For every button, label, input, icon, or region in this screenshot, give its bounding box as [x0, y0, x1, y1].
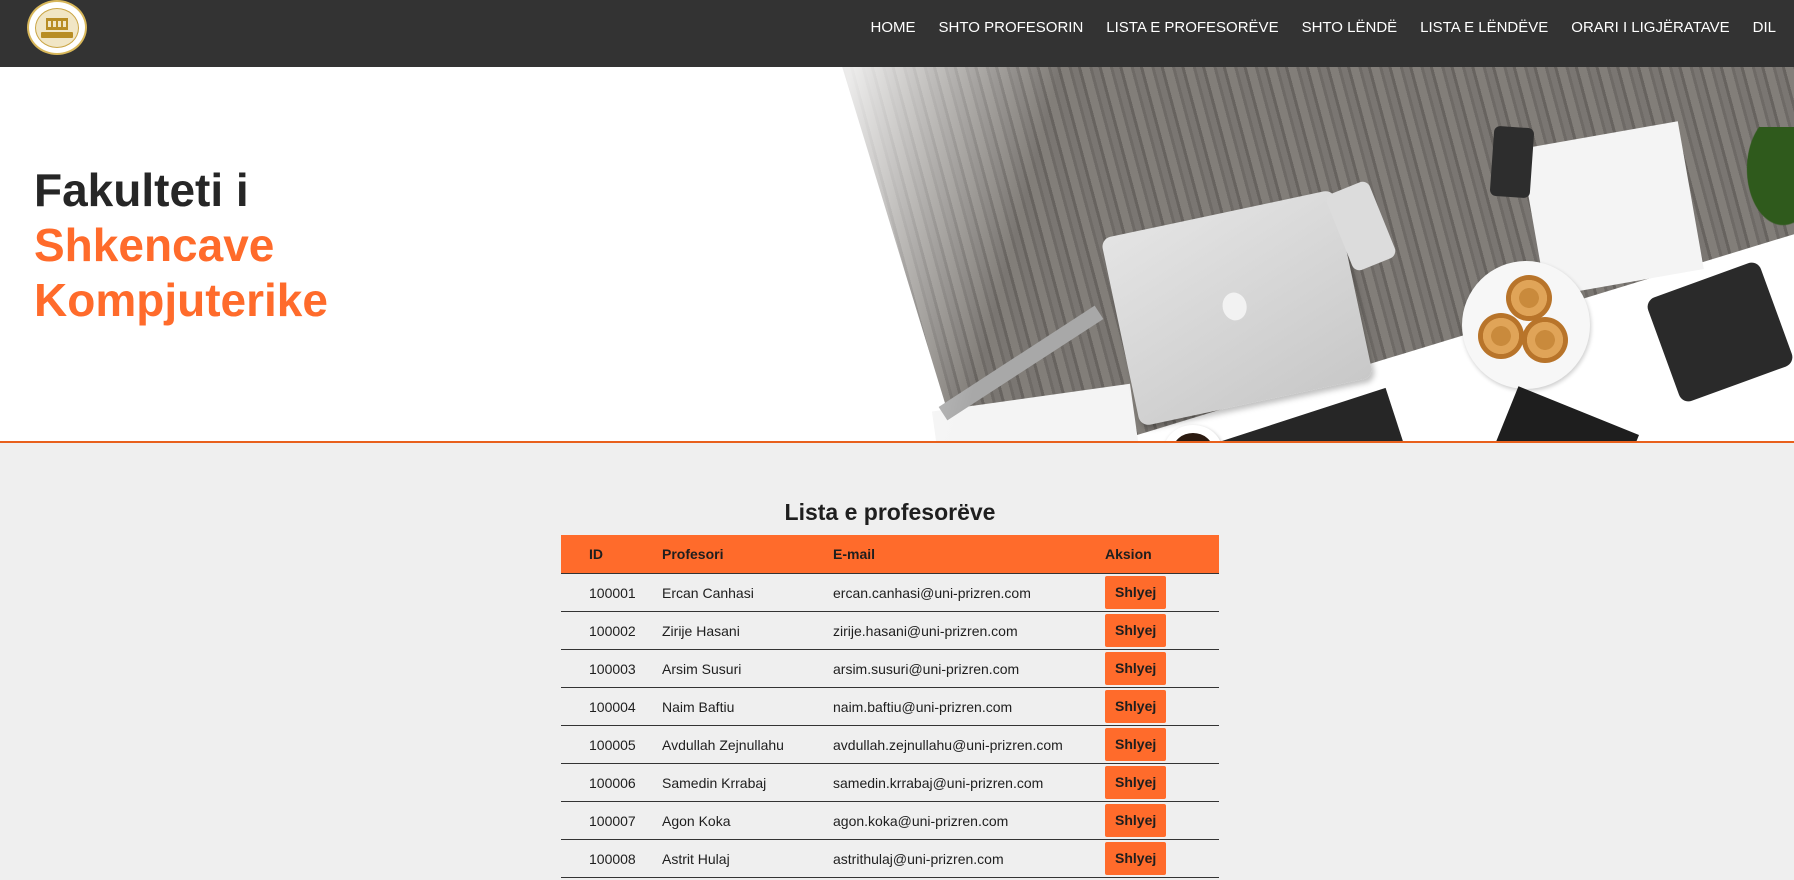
cell-professor: Zirije Hasani	[662, 622, 740, 639]
delete-button[interactable]: Shlyej	[1105, 842, 1167, 875]
professors-table: ID Profesori E-mail Aksion 100001 Ercan …	[561, 535, 1219, 878]
page-title: Lista e profesorëve	[784, 499, 996, 525]
university-seal-icon	[35, 7, 79, 48]
cell-id: 100002	[589, 622, 636, 639]
cell-id: 100007	[589, 812, 636, 829]
delete-button[interactable]: Shlyej	[1105, 728, 1167, 761]
university-logo[interactable]	[27, 0, 87, 55]
cell-id: 100008	[589, 850, 636, 867]
header-action: Aksion	[1105, 546, 1152, 562]
delete-button[interactable]: Shlyej	[1105, 804, 1167, 837]
cell-email: zirije.hasani@uni-prizren.com	[833, 622, 1018, 639]
header-professor: Profesori	[662, 546, 724, 562]
delete-button[interactable]: Shlyej	[1105, 690, 1167, 723]
delete-button[interactable]: Shlyej	[1105, 652, 1167, 685]
cell-id: 100001	[589, 584, 636, 601]
hero-title-line1: Fakulteti i	[34, 164, 249, 216]
cell-id: 100003	[589, 660, 636, 677]
cell-email: avdullah.zejnullahu@uni-prizren.com	[833, 736, 1063, 753]
cell-professor: Astrit Hulaj	[662, 850, 730, 867]
cell-professor: Samedin Krrabaj	[662, 774, 767, 791]
cell-professor: Avdullah Zejnullahu	[662, 736, 784, 753]
cell-professor: Naim Baftiu	[662, 698, 735, 715]
nav-home[interactable]: HOME	[871, 19, 916, 36]
logo-columns	[46, 17, 68, 30]
table-row: 100003 Arsim Susuri arsim.susuri@uni-pri…	[561, 650, 1219, 688]
cell-email: agon.koka@uni-prizren.com	[833, 812, 1009, 829]
nav-subject-list[interactable]: LISTA E LËNDËVE	[1420, 19, 1548, 36]
nav-add-subject[interactable]: SHTO LËNDË	[1302, 19, 1398, 36]
table-row: 100008 Astrit Hulaj astrithulaj@uni-priz…	[561, 840, 1219, 878]
cell-email: ercan.canhasi@uni-prizren.com	[833, 584, 1031, 601]
logo-band	[41, 31, 73, 38]
cell-email: naim.baftiu@uni-prizren.com	[833, 698, 1013, 715]
hero-banner: Fakulteti i Shkencave Kompjuterike	[0, 67, 1794, 443]
table-row: 100005 Avdullah Zejnullahu avdullah.zejn…	[561, 726, 1219, 764]
nav-professor-list[interactable]: LISTA E PROFESORËVE	[1106, 19, 1278, 36]
cell-professor: Ercan Canhasi	[662, 584, 754, 601]
cell-professor: Agon Koka	[662, 812, 731, 829]
cell-email: samedin.krrabaj@uni-prizren.com	[833, 774, 1044, 791]
table-row: 100006 Samedin Krrabaj samedin.krrabaj@u…	[561, 764, 1219, 802]
delete-button[interactable]: Shlyej	[1105, 614, 1167, 647]
cell-email: astrithulaj@uni-prizren.com	[833, 850, 1004, 867]
nav-add-professor[interactable]: SHTO PROFESORIN	[939, 19, 1084, 36]
cell-email: arsim.susuri@uni-prizren.com	[833, 660, 1020, 677]
table-row: 100007 Agon Koka agon.koka@uni-prizren.c…	[561, 802, 1219, 840]
table-row: 100004 Naim Baftiu naim.baftiu@uni-prizr…	[561, 688, 1219, 726]
nav-menu: HOME SHTO PROFESORIN LISTA E PROFESORËVE…	[848, 0, 1776, 54]
hero-title-line2: Shkencave	[34, 219, 275, 271]
cell-professor: Arsim Susuri	[662, 660, 742, 677]
nav-logout[interactable]: DIL	[1753, 19, 1776, 36]
nav-lecture-schedule[interactable]: ORARI I LIGJËRATAVE	[1571, 19, 1729, 36]
hero-title: Fakulteti i Shkencave Kompjuterike	[34, 163, 328, 328]
hero-title-line3: Kompjuterike	[34, 274, 328, 326]
cell-id: 100005	[589, 736, 636, 753]
table-row: 100002 Zirije Hasani zirije.hasani@uni-p…	[561, 612, 1219, 650]
header-email: E-mail	[833, 546, 876, 562]
table-row: 100001 Ercan Canhasi ercan.canhasi@uni-p…	[561, 574, 1219, 612]
cell-id: 100004	[589, 698, 636, 715]
delete-button[interactable]: Shlyej	[1105, 766, 1167, 799]
header-id: ID	[589, 546, 603, 562]
delete-button[interactable]: Shlyej	[1105, 576, 1167, 609]
table-header: ID Profesori E-mail Aksion	[561, 535, 1219, 574]
cell-id: 100006	[589, 774, 636, 791]
top-navbar: HOME SHTO PROFESORIN LISTA E PROFESORËVE…	[0, 0, 1794, 67]
